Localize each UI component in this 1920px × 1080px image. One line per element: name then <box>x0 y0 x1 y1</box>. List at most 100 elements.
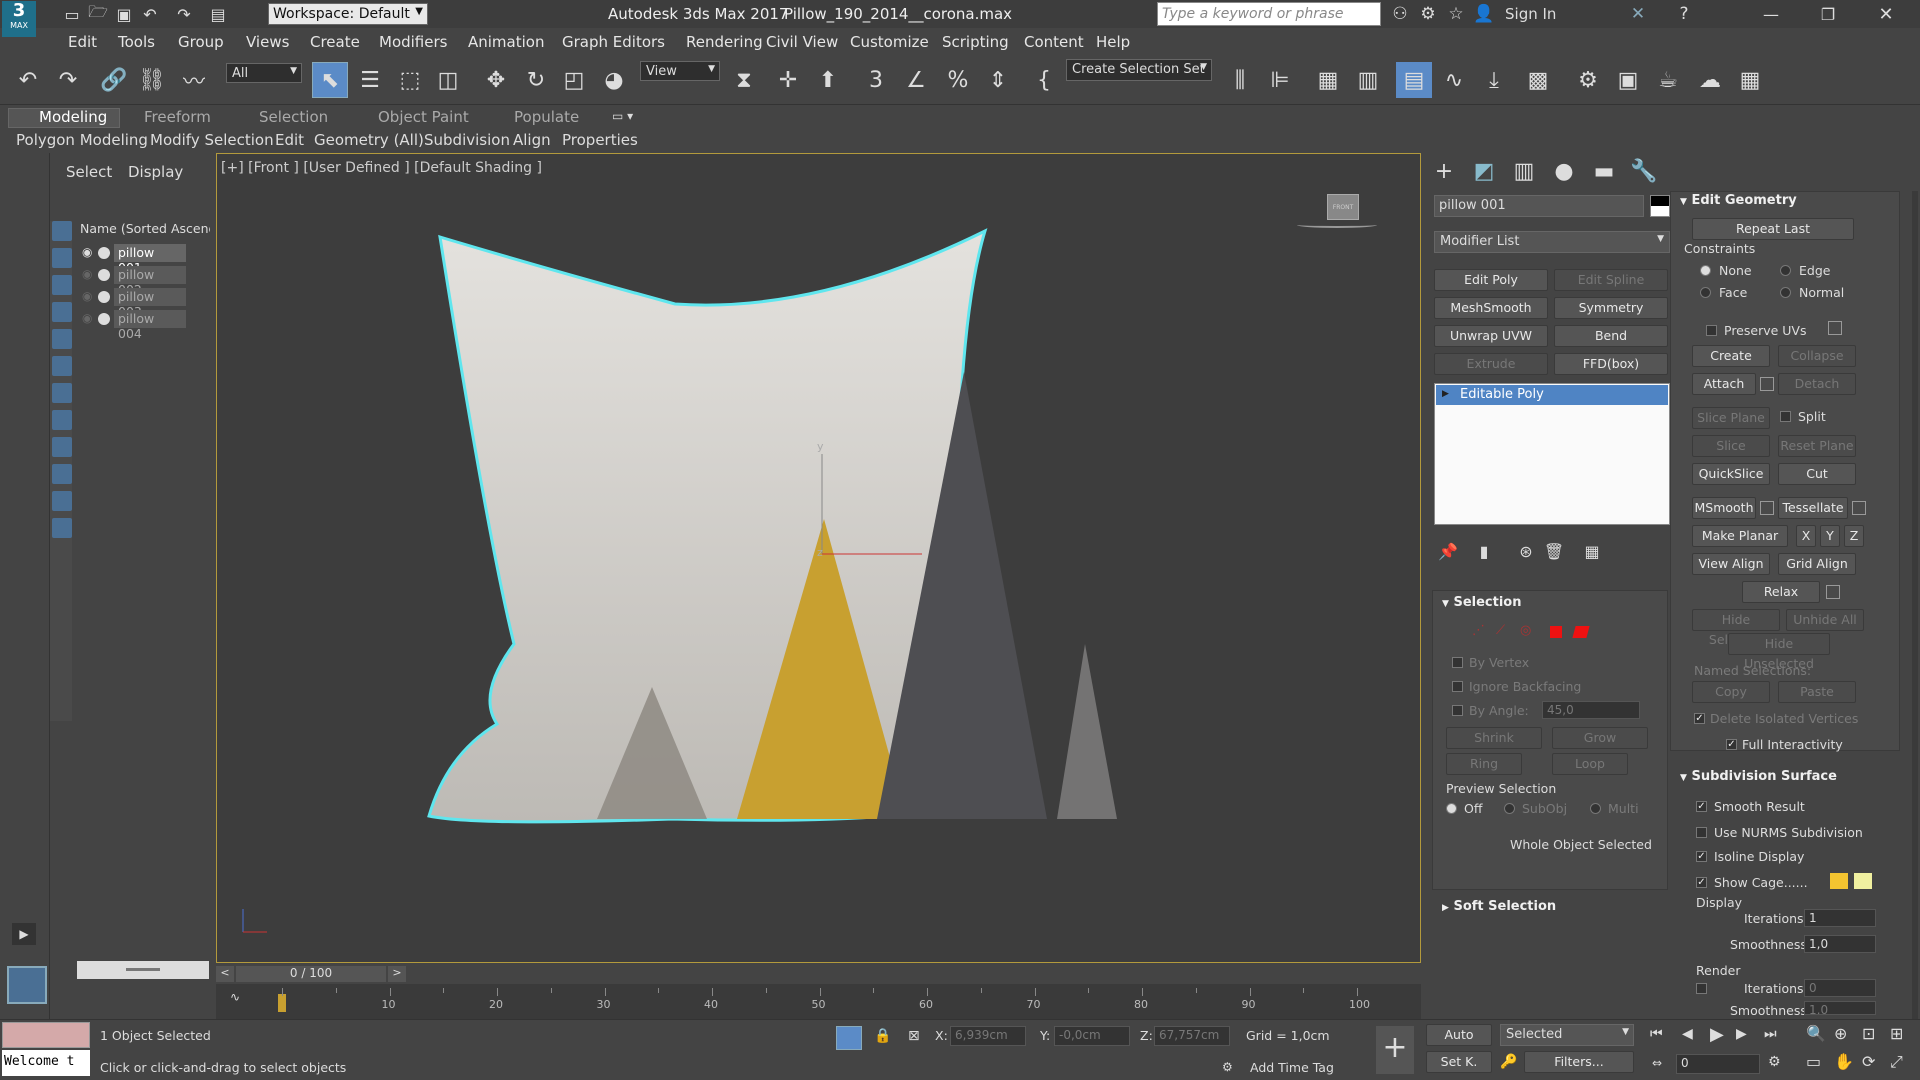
go-start-icon[interactable]: ⏮ <box>1650 1026 1663 1042</box>
cage-color-swatch[interactable] <box>1830 873 1848 889</box>
preserve-uvs-checkbox[interactable] <box>1706 325 1717 336</box>
cut-button[interactable]: Cut <box>1778 463 1856 485</box>
frozen-filter-icon[interactable] <box>52 491 72 511</box>
by-vertex-checkbox[interactable] <box>1452 657 1463 668</box>
menu-scripting[interactable]: Scripting <box>942 33 1009 51</box>
named-selection-dropdown[interactable]: Create Selection Set ▼ <box>1066 59 1212 81</box>
ribbon-panel-edit[interactable]: Edit <box>275 131 304 149</box>
loop-button[interactable]: Loop <box>1552 753 1628 775</box>
slice-plane-button[interactable]: Slice Plane <box>1692 407 1770 429</box>
preserve-uvs-settings-icon[interactable] <box>1828 321 1842 335</box>
delete-isolated-checkbox[interactable]: ✓ <box>1694 713 1705 724</box>
copy-button[interactable]: Copy <box>1692 681 1770 703</box>
tessellate-settings-icon[interactable] <box>1852 501 1866 515</box>
container-filter-icon[interactable] <box>52 464 72 484</box>
show-cage-checkbox[interactable]: ✓ <box>1696 877 1707 888</box>
modifier-list-dropdown[interactable]: Modifier List ▼ <box>1434 231 1670 253</box>
attach-settings-icon[interactable] <box>1760 377 1774 391</box>
xref-filter-icon[interactable] <box>52 410 72 430</box>
name-column-header[interactable]: Name (Sorted Ascendi <box>80 221 210 236</box>
helper-filter-icon[interactable] <box>52 329 72 349</box>
pan-icon[interactable]: ✋ <box>1834 1052 1854 1071</box>
reset-plane-button[interactable]: Reset Plane <box>1778 435 1856 457</box>
split-checkbox[interactable] <box>1780 411 1791 422</box>
key-mode-icon[interactable]: + <box>1376 1026 1414 1074</box>
window-crossing-icon[interactable]: ◫ <box>430 62 466 98</box>
unlink-icon[interactable]: ⛓ <box>134 62 170 98</box>
quickslice-button[interactable]: QuickSlice <box>1692 463 1770 485</box>
zoom-extents-icon[interactable]: ⊡ <box>1862 1024 1875 1043</box>
tab-display[interactable]: Display <box>128 163 183 181</box>
selection-rollout-title[interactable]: ▼ Selection <box>1442 595 1521 610</box>
motion-tab-icon[interactable]: ● <box>1546 153 1582 189</box>
ribbon-tab-object-paint[interactable]: Object Paint <box>378 108 469 126</box>
ribbon-panel-modify-selection[interactable]: Modify Selection <box>150 131 274 149</box>
modifier-button-symmetry[interactable]: Symmetry <box>1554 297 1668 319</box>
shrink-btn[interactable]: Shrink <box>1446 727 1542 749</box>
undo-button-icon[interactable]: ↶ <box>10 62 46 98</box>
render-production-icon[interactable]: ☕ <box>1650 62 1686 98</box>
scene-item[interactable]: ◉ pillow 002 <box>80 265 210 297</box>
relax-settings-icon[interactable] <box>1826 585 1840 599</box>
remove-modifier-icon[interactable]: 🗑 <box>1536 533 1572 569</box>
render-iterations-checkbox[interactable] <box>1696 983 1707 994</box>
menu-graph-editors[interactable]: Graph Editors <box>562 33 665 51</box>
select-manipulate-icon[interactable]: ✛ <box>770 62 806 98</box>
modifier-button-bend[interactable]: Bend <box>1554 325 1668 347</box>
hidden-filter-icon[interactable] <box>52 518 72 538</box>
current-frame-field[interactable]: 0 <box>1676 1054 1760 1074</box>
preview-subobj-radio[interactable] <box>1504 803 1515 814</box>
menu-help[interactable]: Help <box>1096 33 1130 51</box>
time-tag-icon[interactable]: ⚙ <box>1222 1060 1233 1074</box>
create-tab-icon[interactable]: + <box>1426 153 1462 189</box>
set-key-button[interactable]: Set K. <box>1426 1051 1492 1073</box>
rendered-frame-icon[interactable]: ▣ <box>1610 62 1646 98</box>
ribbon-tab-modeling[interactable]: Modeling <box>39 108 107 126</box>
layer-explorer-icon[interactable]: ▦ <box>1310 62 1346 98</box>
constraint-edge-radio[interactable] <box>1780 265 1791 276</box>
menu-content[interactable]: Content <box>1024 33 1084 51</box>
z-coord-field[interactable]: 67,757cm <box>1154 1026 1230 1046</box>
percent-snap-icon[interactable]: % <box>940 62 976 98</box>
modifier-button-edit-poly[interactable]: Edit Poly <box>1434 269 1548 291</box>
time-config-icon[interactable]: ⚙ <box>1768 1054 1781 1070</box>
edit-geometry-title[interactable]: ▼ Edit Geometry <box>1680 193 1797 208</box>
a360-icon[interactable]: ▦ <box>1732 62 1768 98</box>
move-icon[interactable]: ✥ <box>478 62 514 98</box>
tab-select[interactable]: Select <box>66 163 112 181</box>
eye-hidden-icon[interactable]: ◉ <box>82 267 92 281</box>
spacewarp-filter-icon[interactable] <box>52 356 72 376</box>
constraint-face-radio[interactable] <box>1700 287 1711 298</box>
menu-customize[interactable]: Customize <box>850 33 929 51</box>
y-coord-field[interactable]: -0,0cm <box>1054 1026 1130 1046</box>
rotate-icon[interactable]: ↻ <box>518 62 554 98</box>
eye-icon[interactable]: ◉ <box>82 245 92 259</box>
utilities-tab-icon[interactable]: 🔧 <box>1626 153 1662 189</box>
border-mode-icon[interactable]: ◎ <box>1520 623 1536 639</box>
curve-editor-icon[interactable]: ∿ <box>1436 62 1472 98</box>
select-by-name-icon[interactable]: ☰ <box>352 62 388 98</box>
planar-x-button[interactable]: X <box>1796 525 1816 547</box>
msmooth-button[interactable]: MSmooth <box>1692 497 1756 519</box>
use-nurms-checkbox[interactable] <box>1696 827 1707 838</box>
viewport-layout-icon[interactable] <box>7 966 47 1004</box>
configure-modifier-icon[interactable]: ▦ <box>1574 533 1610 569</box>
next-frame-button[interactable]: > <box>388 966 406 982</box>
ignore-backfacing-checkbox[interactable] <box>1452 681 1463 692</box>
create-button[interactable]: Create <box>1692 345 1770 367</box>
align-icon[interactable]: ⊫ <box>1262 62 1298 98</box>
ribbon-panel-geometry-all-[interactable]: Geometry (All) <box>314 131 424 149</box>
filters-button[interactable]: Filters... <box>1524 1051 1634 1073</box>
grid-align-button[interactable]: Grid Align <box>1778 553 1856 575</box>
make-planar-button[interactable]: Make Planar <box>1692 525 1788 547</box>
hide-unselected-button[interactable]: Hide Unselected <box>1728 633 1830 671</box>
key-filter-dropdown[interactable]: Selected ▼ <box>1500 1024 1634 1046</box>
explorer-scrollbar[interactable] <box>77 961 209 979</box>
menu-tools[interactable]: Tools <box>118 33 155 51</box>
subdivision-surface-title[interactable]: ▼ Subdivision Surface <box>1680 769 1837 784</box>
absolute-mode-icon[interactable]: ⊠ <box>908 1028 920 1044</box>
eye-hidden-icon[interactable]: ◉ <box>82 311 92 325</box>
planar-z-button[interactable]: Z <box>1844 525 1864 547</box>
scale-icon[interactable]: ◰ <box>556 62 592 98</box>
object-color-swatch[interactable] <box>1650 195 1670 217</box>
